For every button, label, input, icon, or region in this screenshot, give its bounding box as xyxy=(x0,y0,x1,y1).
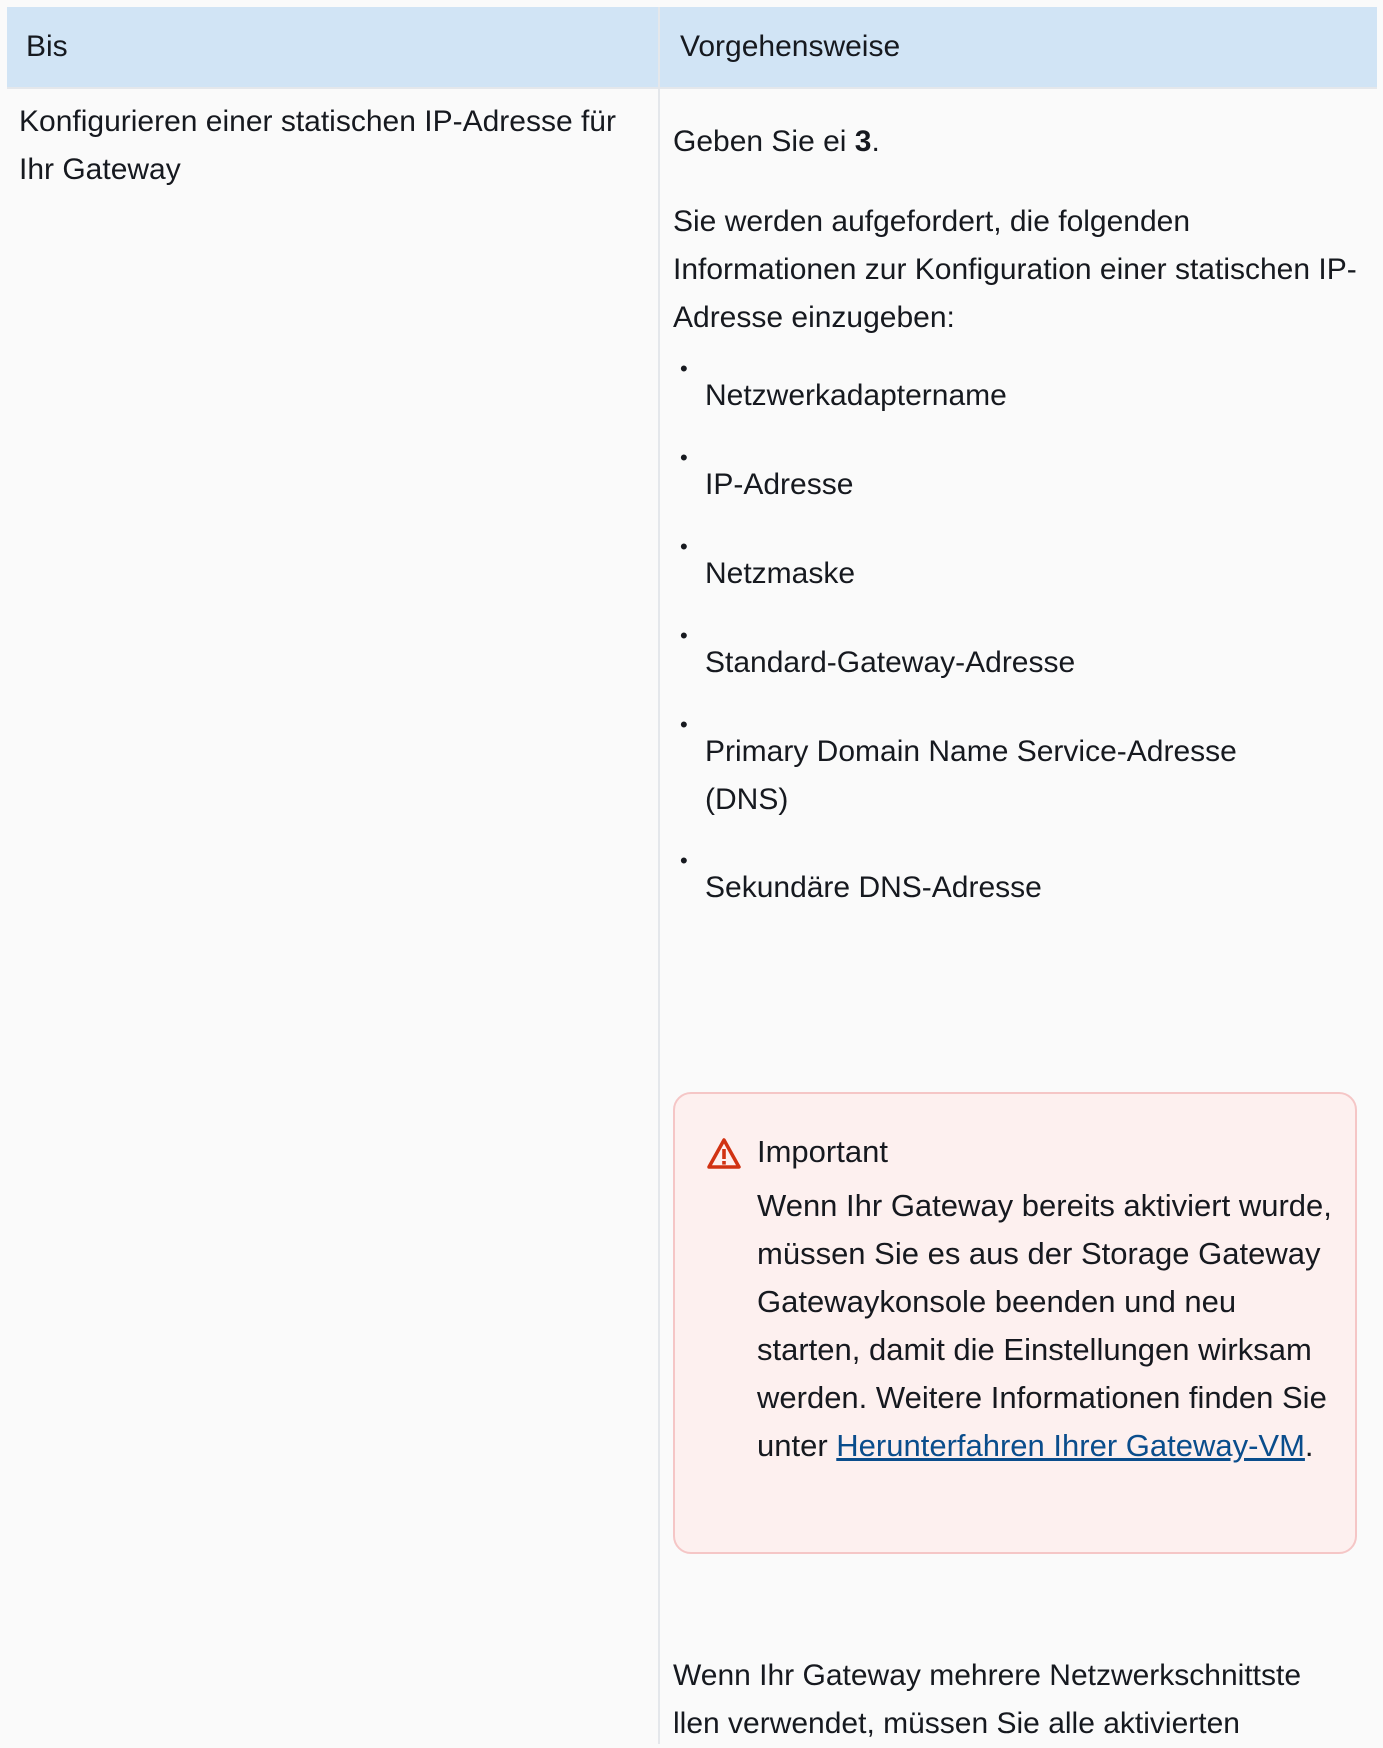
list-item: Standard-Gateway-Adresse xyxy=(705,646,1076,679)
column-divider xyxy=(658,7,660,1744)
final-text: Wenn Ihr Gateway mehrere Netzwerkschnitt… xyxy=(673,1659,1302,1740)
header-bis: Bis xyxy=(7,7,658,87)
step-prefix: Geben Sie ei xyxy=(673,125,855,158)
list-item: IP-Adresse xyxy=(705,468,854,501)
alert-body-end: . xyxy=(1304,1428,1314,1463)
list-item: Netzwerkadaptername xyxy=(705,379,1007,412)
row-divider xyxy=(7,87,1377,89)
list-item: Primary Domain Name Service-Adresse (DNS… xyxy=(705,735,1237,816)
bullet: • xyxy=(680,445,688,470)
bullet: • xyxy=(680,623,688,648)
alert-body-text: Wenn Ihr Gateway bereits aktiviert wurde… xyxy=(757,1188,1332,1463)
bullet: • xyxy=(680,534,688,559)
bullet: • xyxy=(680,712,688,737)
step-suffix: . xyxy=(871,125,880,158)
step-key: 3 xyxy=(854,125,872,158)
important-alert: Important Wenn Ihr Gateway bereits aktiv… xyxy=(673,1092,1357,1554)
list-item: Sekundäre DNS-Adresse xyxy=(705,871,1042,904)
warning-icon xyxy=(707,1138,741,1169)
alert-title: Important xyxy=(757,1134,888,1169)
prompt-text: Sie werden aufgefordert, die folgenden I… xyxy=(673,205,1357,334)
bullet: • xyxy=(680,848,688,873)
alert-body: Wenn Ihr Gateway bereits aktiviert wurde… xyxy=(757,1182,1337,1470)
header-vorgehensweise: Vorgehensweise xyxy=(660,7,1377,87)
bullet: • xyxy=(680,356,688,381)
task-cell: Konfigurieren einer statischen IP-Adress… xyxy=(19,105,616,186)
shutdown-gateway-link[interactable]: Herunterfahren Ihrer Gateway-VM xyxy=(836,1428,1305,1463)
step-instruction: Geben Sie ei 3. xyxy=(673,118,1363,166)
list-item: Netzmaske xyxy=(705,557,856,590)
